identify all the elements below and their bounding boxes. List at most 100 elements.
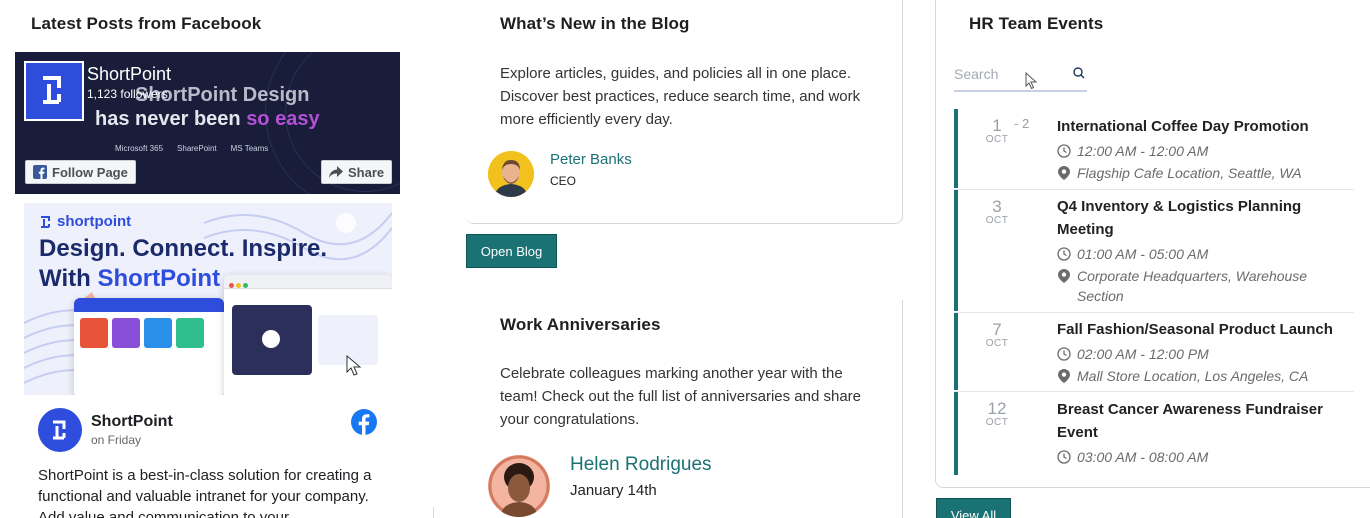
clock-icon: [1057, 144, 1071, 158]
event-month: OCT: [985, 215, 1009, 226]
event-item[interactable]: 3 OCT Q4 Inventory & Logistics Planning …: [954, 190, 1354, 311]
view-all-button[interactable]: View All: [936, 498, 1011, 518]
location-pin-icon: [1058, 269, 1070, 283]
share-arrow-icon: [329, 166, 343, 178]
partner-microsoft365: Microsoft 365: [115, 144, 164, 153]
event-item[interactable]: 7 OCT Fall Fashion/Seasonal Product Laun…: [954, 313, 1354, 390]
facebook-followers-count: 1,123 followers: [87, 87, 168, 101]
event-time-label: 02:00 AM - 12:00 PM: [1077, 346, 1209, 362]
follow-page-label: Follow Page: [52, 164, 128, 180]
event-title[interactable]: Breast Cancer Awareness Fundraiser Event: [1057, 398, 1347, 444]
event-title[interactable]: International Coffee Day Promotion: [1057, 115, 1347, 138]
share-button[interactable]: Share: [321, 160, 393, 184]
clock-icon: [1057, 450, 1071, 464]
open-blog-button[interactable]: Open Blog: [466, 234, 557, 268]
search-icon[interactable]: [1073, 67, 1085, 79]
event-month: OCT: [985, 134, 1009, 145]
author-name[interactable]: Peter Banks: [550, 151, 632, 168]
facebook-icon[interactable]: [351, 409, 377, 435]
event-location-label: Flagship Cafe Location, Seattle, WA: [1077, 165, 1302, 181]
event-item[interactable]: 12 OCT Breast Cancer Awareness Fundraise…: [954, 392, 1354, 475]
event-time-label: 03:00 AM - 08:00 AM: [1077, 449, 1209, 465]
person-photo: [488, 151, 534, 197]
partner-logos: Microsoft 365 SharePoint MS Teams: [115, 144, 268, 153]
banner-tagline-2b: so easy: [246, 108, 320, 130]
event-day: 7: [992, 320, 1002, 339]
facebook-page-banner[interactable]: ShortPoint Design ShortPoint 1,123 follo…: [15, 52, 400, 194]
blog-description: Explore articles, guides, and policies a…: [500, 65, 861, 128]
card-headline-brand: ShortPoint: [97, 265, 221, 292]
author-role: CEO: [550, 174, 577, 188]
event-date: 12 OCT: [958, 399, 1036, 428]
anniversaries-description: Celebrate colleagues marking another yea…: [500, 365, 862, 428]
mockup-titlebar: [224, 275, 392, 289]
events-search[interactable]: [954, 64, 1087, 92]
mockup-titlebar: [74, 298, 224, 312]
person-avatar[interactable]: [488, 455, 550, 517]
event-date: 3 OCT: [958, 197, 1036, 226]
event-day: 3: [992, 197, 1002, 216]
event-date: 1 - 2 OCT: [958, 116, 1036, 145]
event-title[interactable]: Q4 Inventory & Logistics Planning Meetin…: [1057, 195, 1347, 241]
follow-page-button[interactable]: Follow Page: [25, 160, 136, 184]
event-location: Corporate Headquarters, Warehouse Sectio…: [1057, 266, 1347, 306]
event-date: 7 OCT: [958, 320, 1036, 349]
banner-tagline-2a: has never been: [95, 108, 241, 130]
event-time: 03:00 AM - 08:00 AM: [1057, 447, 1347, 467]
shortpoint-mark-icon: [41, 215, 50, 228]
clock-icon: [1057, 347, 1071, 361]
post-author-avatar[interactable]: [38, 408, 82, 452]
search-input[interactable]: [954, 66, 1064, 82]
hr-events-section-title: HR Team Events: [969, 14, 1104, 33]
mockup-window-left: [74, 298, 224, 395]
facebook-section-title: Latest Posts from Facebook: [31, 14, 262, 33]
banner-tagline-2: has never been so easy: [95, 108, 320, 131]
event-item[interactable]: 1 - 2 OCT International Coffee Day Promo…: [954, 109, 1354, 188]
shortpoint-logo[interactable]: [24, 61, 84, 121]
event-month: OCT: [985, 417, 1009, 428]
mockup-tiles: [74, 312, 224, 354]
anniversaries-section-title: Work Anniversaries: [500, 315, 661, 334]
post-author-name[interactable]: ShortPoint: [91, 413, 173, 431]
facebook-post-image[interactable]: shortpoint Design. Connect. Inspire. Wit…: [24, 203, 392, 395]
play-icon: [262, 330, 280, 348]
post-timestamp[interactable]: on Friday: [91, 433, 141, 447]
mockup-window-right: [224, 275, 392, 395]
person-photo: [488, 455, 550, 517]
card-headline-with: With: [39, 265, 91, 292]
event-month: OCT: [985, 338, 1009, 349]
card-brand: shortpoint: [39, 213, 131, 230]
event-time: 12:00 AM - 12:00 AM: [1057, 141, 1347, 161]
clock-icon: [1057, 247, 1071, 261]
mockup-tile: [144, 318, 172, 348]
location-pin-icon: [1058, 166, 1070, 180]
event-location-label: Mall Store Location, Los Angeles, CA: [1077, 368, 1309, 384]
card-brand-label: shortpoint: [57, 213, 132, 230]
event-day: 12: [987, 399, 1007, 418]
column-divider: [433, 507, 434, 518]
event-title[interactable]: Fall Fashion/Seasonal Product Launch: [1057, 318, 1347, 341]
event-time: 02:00 AM - 12:00 PM: [1057, 344, 1347, 364]
event-location: Flagship Cafe Location, Seattle, WA: [1057, 163, 1347, 183]
partner-msteams: MS Teams: [230, 144, 269, 153]
author-avatar[interactable]: [488, 151, 534, 197]
card-headline-line-1: Design. Connect. Inspire.: [39, 235, 328, 262]
anniversary-date: January 14th: [570, 482, 657, 499]
share-label: Share: [348, 164, 385, 180]
facebook-page-name[interactable]: ShortPoint: [87, 64, 171, 85]
mockup-video: [232, 305, 312, 375]
person-name[interactable]: Helen Rodrigues: [570, 454, 712, 476]
shortpoint-logo-icon: [43, 76, 61, 104]
cursor-arrow-icon: [346, 355, 362, 376]
event-location-label: Corporate Headquarters, Warehouse Sectio…: [1077, 268, 1308, 304]
event-location: Mall Store Location, Los Angeles, CA: [1057, 366, 1347, 386]
partner-sharepoint: SharePoint: [177, 144, 217, 153]
blog-section-title: What’s New in the Blog: [500, 14, 690, 33]
event-time: 01:00 AM - 05:00 AM: [1057, 244, 1347, 264]
post-body-text: ShortPoint is a best-in-class solution f…: [38, 467, 372, 518]
events-list: 1 - 2 OCT International Coffee Day Promo…: [954, 109, 1354, 475]
shortpoint-logo-icon: [53, 420, 66, 440]
event-day-end: - 2: [1014, 116, 1030, 131]
mockup-tile: [80, 318, 108, 348]
mockup-tile: [176, 318, 204, 348]
